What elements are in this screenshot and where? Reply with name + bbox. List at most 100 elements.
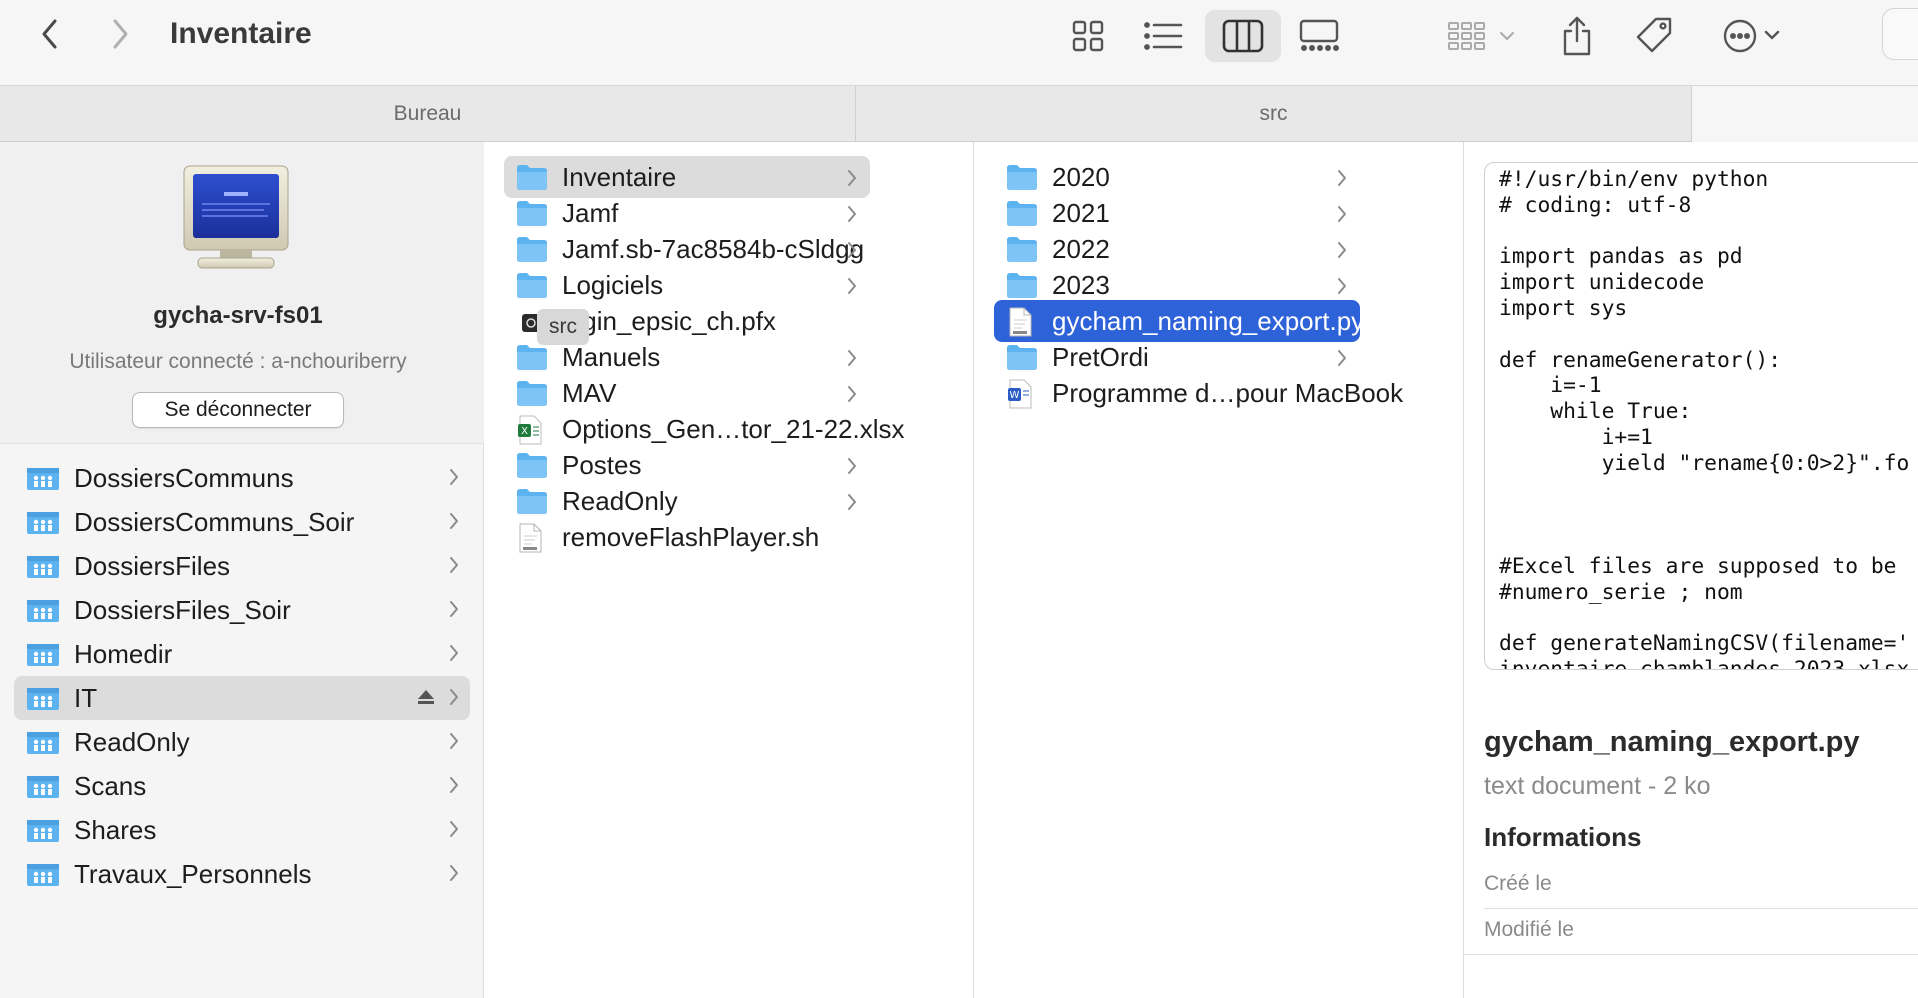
list-view-button[interactable] <box>1142 10 1186 62</box>
shares-list: DossiersCommuns DossiersCommuns_Soir Dossi… <box>0 456 484 896</box>
chevron-left-icon <box>42 19 57 49</box>
divider <box>1464 954 1918 955</box>
item-label: 2020 <box>1052 161 1110 192</box>
network-share-icon <box>26 685 60 711</box>
file-item[interactable]: W Programme d…pour MacBook <box>994 372 1403 414</box>
sidebar-item-label: DossiersFiles <box>74 550 231 581</box>
created-label: Créé le <box>1484 872 1552 895</box>
list-view-icon <box>1144 22 1183 50</box>
network-share-icon <box>26 597 60 623</box>
chevron-right-icon <box>846 169 858 192</box>
network-share-icon <box>26 817 60 843</box>
sidebar-item-label: Homedir <box>74 638 173 669</box>
toolbar: Inventaire <box>0 0 1918 86</box>
svg-text:W: W <box>1010 390 1020 401</box>
chevron-right-icon <box>448 468 460 491</box>
folder-icon <box>516 451 548 479</box>
chevron-right-icon <box>448 864 460 887</box>
tab-src[interactable]: src <box>856 86 1692 142</box>
sidebar: gycha-srv-fs01 Utilisateur connecté : a-… <box>0 142 484 998</box>
chevron-right-icon <box>448 644 460 667</box>
chevron-right-icon <box>448 732 460 755</box>
column-view-icon <box>1222 19 1264 53</box>
sidebar-item-label: Scans <box>74 770 147 801</box>
item-label: gycham_naming_export.py <box>1052 305 1365 336</box>
folder-icon <box>1006 163 1038 191</box>
back-button[interactable] <box>30 14 70 54</box>
item-label: PretOrdi <box>1052 341 1149 372</box>
sidebar-item-label: ReadOnly <box>74 726 190 757</box>
network-share-icon <box>26 553 60 579</box>
item-label: MAV <box>562 377 617 408</box>
modified-label: Modifié le <box>1484 918 1574 941</box>
tags-button[interactable] <box>1632 10 1678 62</box>
folder-icon <box>516 235 548 263</box>
icon-view-icon <box>1072 20 1104 52</box>
network-share-icon <box>26 773 60 799</box>
sidebar-item-label: IT <box>74 682 98 713</box>
server-computer-icon <box>183 165 289 269</box>
chevron-right-icon <box>448 688 460 711</box>
sidebar-item-it[interactable]: IT <box>14 676 470 720</box>
folder-icon <box>516 343 548 371</box>
network-share-icon <box>26 729 60 755</box>
server-name: gycha-srv-fs01 <box>153 302 323 329</box>
chevron-right-icon <box>448 600 460 623</box>
chevron-right-icon <box>1336 349 1348 372</box>
search-field[interactable] <box>1882 8 1918 60</box>
sidebar-item-dossiersfiles[interactable]: DossiersFiles <box>14 544 470 588</box>
chevron-right-icon <box>846 241 858 264</box>
item-label: 2022 <box>1052 233 1110 264</box>
folder-icon <box>1006 199 1038 227</box>
sidebar-item-homedir[interactable]: Homedir <box>14 632 470 676</box>
item-label: Programme d…pour MacBook <box>1052 377 1404 408</box>
sidebar-item-shares[interactable]: Shares <box>14 808 470 852</box>
share-button[interactable] <box>1560 10 1594 62</box>
chevron-right-icon <box>846 385 858 408</box>
item-label: Manuels <box>562 341 661 372</box>
sidebar-item-scans[interactable]: Scans <box>14 764 470 808</box>
excel-file-icon: X <box>516 415 548 445</box>
column-view-button[interactable] <box>1205 10 1281 62</box>
chevron-right-icon <box>1336 241 1348 264</box>
chevron-right-icon <box>846 349 858 372</box>
window-title: Inventaire <box>170 17 312 50</box>
chevron-right-icon <box>846 493 858 516</box>
chevron-right-icon <box>448 820 460 843</box>
sidebar-item-dossierscommuns_soir[interactable]: DossiersCommuns_Soir <box>14 500 470 544</box>
folder-icon <box>516 379 548 407</box>
item-label: Jamf.sb-7ac8584b-cSldgg <box>562 233 865 264</box>
svg-text:X: X <box>521 426 528 437</box>
preview-pane: #!/usr/bin/env python # coding: utf-8 im… <box>1464 142 1918 998</box>
sidebar-item-dossierscommuns[interactable]: DossiersCommuns <box>14 456 470 500</box>
more-actions-button[interactable] <box>1722 10 1784 62</box>
file-item[interactable]: removeFlashPlayer.sh <box>504 516 870 558</box>
sidebar-item-label: DossiersFiles_Soir <box>74 594 291 625</box>
sidebar-item-travaux_personnels[interactable]: Travaux_Personnels <box>14 852 470 896</box>
browser-column-it: Inventaire Jamf Jamf.sb-7ac8584b-cSldgg Log… <box>484 142 974 998</box>
item-label: Jamf <box>562 197 619 228</box>
item-label: Logiciels <box>562 269 664 300</box>
item-label: Inventaire <box>562 161 677 192</box>
network-share-icon <box>26 465 60 491</box>
eject-icon[interactable] <box>416 688 436 711</box>
chevron-right-icon <box>448 512 460 535</box>
folder-icon <box>1006 235 1038 263</box>
sidebar-item-readonly[interactable]: ReadOnly <box>14 720 470 764</box>
item-label: login_epsic_ch.pfx <box>562 305 776 336</box>
tab-bureau[interactable]: Bureau <box>0 86 856 142</box>
chevron-right-icon <box>846 457 858 480</box>
folder-icon <box>516 199 548 227</box>
sidebar-item-dossiersfiles_soir[interactable]: DossiersFiles_Soir <box>14 588 470 632</box>
chevron-right-icon <box>448 776 460 799</box>
network-share-icon <box>26 509 60 535</box>
icon-view-button[interactable] <box>1068 10 1108 62</box>
item-label: Options_Gen…tor_21-22.xlsx <box>562 413 905 444</box>
info-heading: Informations <box>1484 822 1642 852</box>
chevron-right-icon <box>1336 169 1348 192</box>
code-preview: #!/usr/bin/env python # coding: utf-8 im… <box>1484 162 1918 670</box>
gallery-view-button[interactable] <box>1296 10 1342 62</box>
logout-button[interactable]: Se déconnecter <box>132 392 344 428</box>
forward-button[interactable] <box>100 14 140 54</box>
group-by-button[interactable] <box>1446 10 1520 62</box>
